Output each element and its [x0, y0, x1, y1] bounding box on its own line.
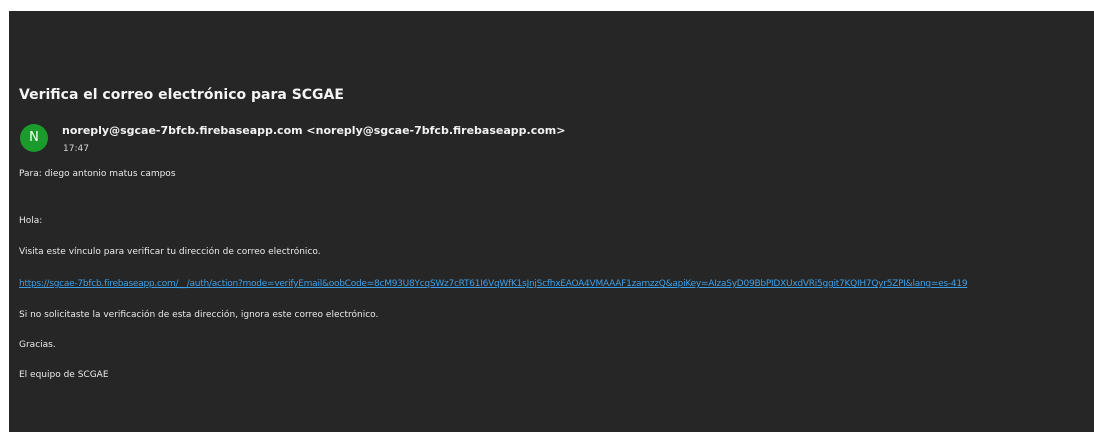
signature-text: El equipo de SCGAE — [19, 370, 109, 380]
avatar-letter: N — [29, 130, 39, 145]
verification-link[interactable]: https://sgcae-7bfcb.firebaseapp.com/__/a… — [19, 279, 968, 289]
email-time: 17:47 — [63, 144, 89, 154]
recipient-line: Para: diego antonio matus campos — [19, 169, 176, 179]
instruction-text: Visita este vínculo para verificar tu di… — [19, 247, 321, 257]
disclaimer-text: Si no solicitaste la verificación de est… — [19, 310, 379, 320]
email-reading-pane: Verifica el correo electrónico para SCGA… — [9, 11, 1094, 432]
email-subject: Verifica el correo electrónico para SCGA… — [19, 87, 344, 103]
sender-avatar[interactable]: N — [20, 124, 48, 152]
greeting-text: Hola: — [19, 216, 43, 226]
sender-address[interactable]: noreply@sgcae-7bfcb.firebaseapp.com <nor… — [62, 124, 565, 137]
thanks-text: Gracias. — [19, 340, 56, 350]
